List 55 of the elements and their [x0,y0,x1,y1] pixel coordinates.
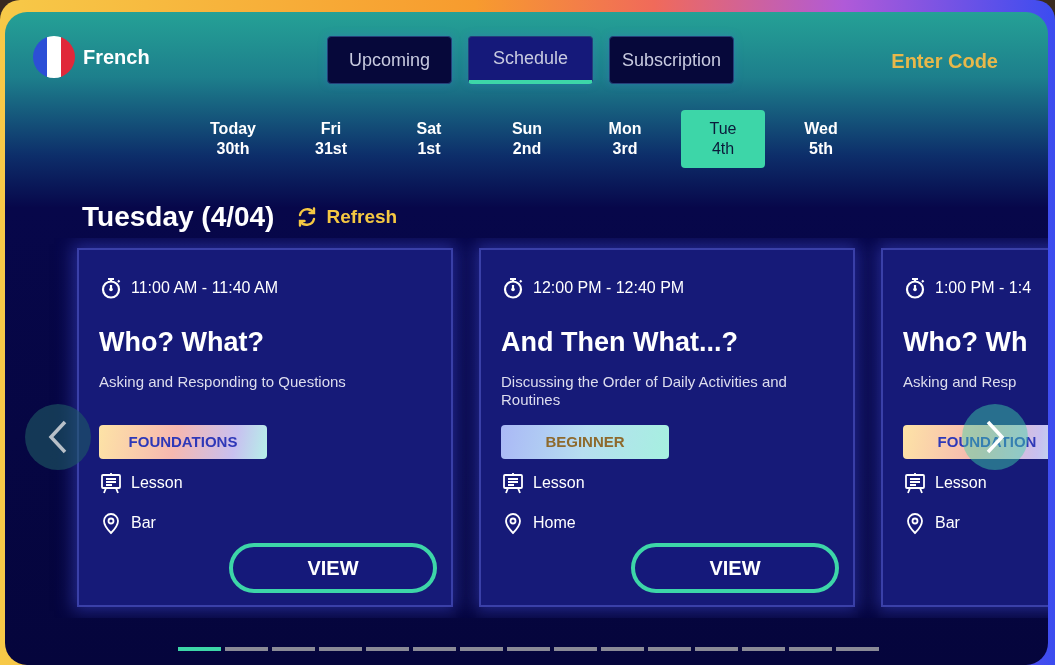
session-type: Lesson [935,472,987,493]
page-indicator[interactable] [836,647,879,651]
easel-icon [903,470,927,495]
level-tag: BEGINNER [501,424,669,459]
page-indicator[interactable] [554,647,597,651]
language-name: French [83,45,150,70]
page-indicator[interactable] [648,647,691,651]
session-type: Lesson [131,472,183,493]
stopwatch-icon [903,276,927,300]
page-indicator[interactable] [742,647,785,651]
session-subtitle: Asking and Resp [903,372,1018,392]
session-place: Home [533,512,576,533]
day-heading: Tuesday (4/04) [82,200,275,234]
session-title: Who? Wh [903,326,1029,359]
easel-icon [99,470,123,495]
session-subtitle: Discussing the Order of Daily Activities and Routines [501,372,788,410]
page-indicator[interactable] [366,647,409,651]
refresh-button[interactable]: Refresh [296,202,398,232]
page-indicator[interactable] [460,647,503,651]
tab[interactable]: Upcoming [327,36,452,84]
day-tab[interactable]: Fri 31st [289,110,373,168]
chevron-left-icon [47,419,69,455]
tab[interactable]: Schedule [468,36,593,84]
page-indicator[interactable] [319,647,362,651]
day-tab[interactable]: Today 30th [191,110,275,168]
session-time: 1:00 PM - 1:4 [935,278,1032,298]
day-tab[interactable]: Sun 2nd [485,110,569,168]
session-place: Bar [935,512,960,533]
session-title: Who? What? [99,326,265,359]
page-indicator[interactable] [695,647,738,651]
page-indicator[interactable] [272,647,315,651]
flag-icon [33,36,75,78]
page-indicator[interactable] [507,647,550,651]
session-title: And Then What...? [501,326,739,359]
page-indicator[interactable] [601,647,644,651]
session-time: 11:00 AM - 11:40 AM [131,278,279,298]
easel-icon [501,470,525,495]
level-tag: FOUNDATIONS [99,424,267,459]
page-indicator[interactable] [178,647,221,651]
session-type: Lesson [533,472,585,493]
page-indicator[interactable] [225,647,268,651]
view-button[interactable]: VIEW [631,543,839,593]
day-tab[interactable]: Wed 5th [779,110,863,168]
tab[interactable]: Subscription [609,36,734,84]
session-place: Bar [131,512,156,533]
page-indicator[interactable] [413,647,456,651]
page-indicator[interactable] [789,647,832,651]
stopwatch-icon [99,276,123,300]
stopwatch-icon [501,276,525,300]
day-tab[interactable]: Mon 3rd [583,110,667,168]
day-tab[interactable]: Sat 1st [387,110,471,168]
session-subtitle: Asking and Responding to Questions [99,372,347,392]
day-tab[interactable]: Tue 4th [681,110,765,168]
view-button[interactable]: VIEW [229,543,437,593]
session-time: 12:00 PM - 12:40 PM [533,278,685,298]
